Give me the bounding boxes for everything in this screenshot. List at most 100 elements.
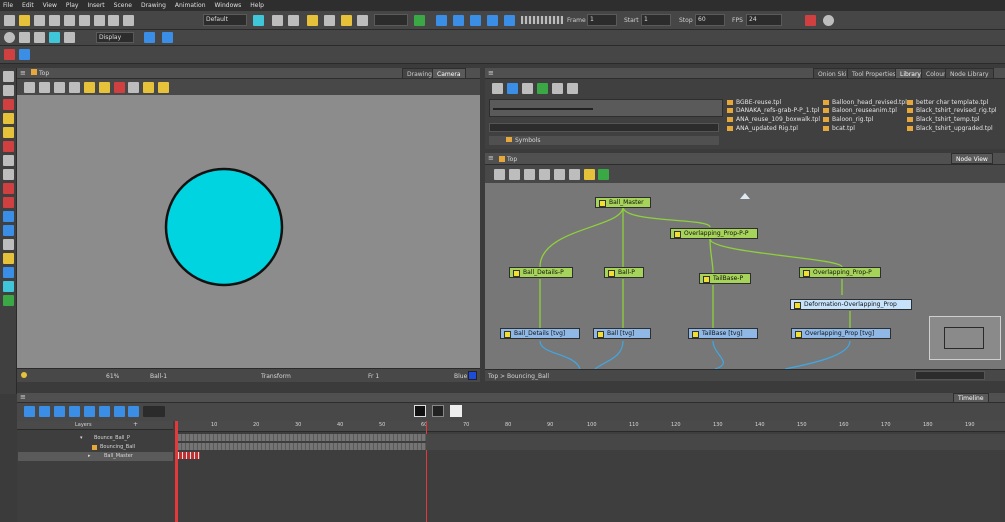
- expand-icon[interactable]: ▾: [80, 434, 83, 443]
- exposure-cells[interactable]: [178, 443, 426, 450]
- node-overlapping-prop-p[interactable]: Overlapping_Prop-P: [799, 267, 881, 278]
- frame-ruler[interactable]: 10 20 30 40 50 60 70 80 90 100 110 120 1…: [175, 421, 1005, 432]
- import-icon[interactable]: [63, 15, 75, 26]
- timeline-menu-icon[interactable]: ≡: [20, 393, 26, 401]
- library-item[interactable]: ANA_updated Rig.tpl: [727, 125, 798, 132]
- morph-icon[interactable]: [3, 281, 14, 292]
- node-deformation-overlapping-prop[interactable]: Deformation-Overlapping_Prop: [790, 299, 912, 310]
- pivot-icon[interactable]: [3, 211, 14, 222]
- egg-icon[interactable]: [158, 82, 170, 93]
- node-overlapping-prop-p-p[interactable]: Overlapping_Prop-P-P: [670, 228, 758, 239]
- menu-windows[interactable]: Windows: [215, 2, 242, 9]
- pointer-tool-icon[interactable]: [805, 15, 816, 26]
- lock-all-icon[interactable]: [98, 82, 110, 93]
- tab-node-view[interactable]: Node View: [951, 153, 993, 164]
- timeline-tool-icon[interactable]: [38, 406, 50, 417]
- timeline-tool-icon[interactable]: [53, 406, 65, 417]
- add-layer-icon[interactable]: +: [133, 421, 138, 428]
- hold-button[interactable]: [432, 405, 444, 417]
- library-item[interactable]: Black_tshirt_upgraded.tpl: [907, 125, 993, 132]
- keyframe-button[interactable]: [414, 405, 426, 417]
- fps-field[interactable]: 24: [746, 14, 782, 26]
- node-tool-icon[interactable]: [508, 169, 520, 180]
- skew-icon[interactable]: [357, 15, 368, 26]
- library-item[interactable]: DANAKA_refs-grab-P-P_1.tpl: [727, 107, 819, 114]
- library-crosshair-icon[interactable]: [551, 83, 563, 94]
- frame-slider[interactable]: [521, 16, 563, 24]
- deformer-icon[interactable]: [414, 15, 425, 26]
- timeline-tool-icon[interactable]: [113, 406, 125, 417]
- node-ball-details-tvg[interactable]: Ball_Details [tvg]: [500, 328, 580, 339]
- timeline-tool-icon[interactable]: [24, 406, 35, 417]
- gear-icon[interactable]: [823, 15, 834, 26]
- node-overlapping-prop-tvg[interactable]: Overlapping_Prop [tvg]: [791, 328, 891, 339]
- camera-viewport[interactable]: [17, 95, 480, 368]
- menu-drawing[interactable]: Drawing: [141, 2, 166, 9]
- tab-camera[interactable]: Camera: [432, 68, 466, 79]
- library-item[interactable]: Baloon_reuseanim.tpl: [823, 107, 897, 114]
- contour-arrow-icon[interactable]: [3, 85, 14, 96]
- grid-tool-icon[interactable]: [3, 267, 14, 278]
- clipboard-icon[interactable]: [123, 15, 135, 26]
- library-new-icon[interactable]: [492, 83, 503, 94]
- paint-bucket-icon[interactable]: [3, 183, 14, 194]
- play-icon[interactable]: [436, 15, 447, 26]
- lock-icon[interactable]: [83, 82, 95, 93]
- node-tool-icon[interactable]: [494, 169, 505, 180]
- ghost-icon[interactable]: [63, 32, 75, 43]
- display-select[interactable]: Display: [96, 32, 134, 43]
- scale-icon[interactable]: [324, 15, 335, 26]
- paste-icon[interactable]: [108, 15, 120, 26]
- rotate-icon[interactable]: [341, 15, 352, 26]
- breadcrumb-top[interactable]: Top: [488, 373, 498, 380]
- node-tool-icon[interactable]: [553, 169, 565, 180]
- node-ball-tvg[interactable]: Ball [tvg]: [593, 328, 651, 339]
- save-as-icon[interactable]: [48, 15, 60, 26]
- library-export-icon[interactable]: [506, 83, 518, 94]
- node-tool-icon[interactable]: [538, 169, 550, 180]
- menu-play[interactable]: Play: [66, 2, 79, 9]
- select-tool-icon[interactable]: [288, 15, 299, 26]
- render-view-icon[interactable]: [48, 32, 60, 43]
- transform-tool-icon[interactable]: [272, 15, 283, 26]
- save-icon[interactable]: [33, 15, 45, 26]
- library-item[interactable]: Black_tshirt_revised_rig.tpl: [907, 107, 997, 114]
- cutter-icon[interactable]: [3, 169, 14, 180]
- library-list-icon[interactable]: [566, 83, 578, 94]
- node-ball-master[interactable]: Ball_Master: [595, 197, 651, 208]
- node-tailbase-tvg[interactable]: TailBase [tvg]: [688, 328, 758, 339]
- start-field[interactable]: 1: [641, 14, 671, 26]
- node-ball-p[interactable]: Ball-P: [604, 267, 644, 278]
- empty-cells[interactable]: [426, 434, 1005, 450]
- node-tailbase-p[interactable]: TailBase-P: [699, 273, 751, 284]
- tab-node-library[interactable]: Node Library: [945, 68, 994, 79]
- select-arrow-icon[interactable]: [3, 71, 14, 82]
- pen-icon[interactable]: [113, 82, 125, 93]
- tab-tool-properties[interactable]: Tool Properties: [847, 68, 901, 79]
- previous-frame-icon[interactable]: [144, 32, 155, 43]
- stamp-icon[interactable]: [3, 127, 14, 138]
- timeline-tool-icon[interactable]: [128, 406, 140, 417]
- diamond-icon[interactable]: [3, 225, 14, 236]
- workspace-icon[interactable]: [253, 15, 264, 26]
- light-table-icon[interactable]: [33, 32, 45, 43]
- bulb-icon[interactable]: [143, 82, 155, 93]
- node-search-input[interactable]: [915, 371, 985, 380]
- tab-timeline[interactable]: Timeline: [953, 393, 989, 403]
- new-scene-icon[interactable]: [4, 15, 15, 26]
- blank-cell-button[interactable]: [450, 405, 462, 417]
- eraser-icon[interactable]: [3, 141, 14, 152]
- library-file-icon[interactable]: [521, 83, 533, 94]
- breadcrumb-bouncing-ball[interactable]: Bouncing_Ball: [507, 373, 549, 380]
- node-view-canvas[interactable]: Ball_Master Overlapping_Prop-P-P Ball_De…: [485, 183, 1005, 369]
- timeline-tool-icon[interactable]: [98, 406, 110, 417]
- keyframe-cells[interactable]: [178, 452, 200, 459]
- node-navigator[interactable]: [929, 316, 1001, 360]
- symbols-row[interactable]: Symbols: [489, 136, 719, 145]
- dropper-icon[interactable]: [3, 197, 14, 208]
- sound-icon[interactable]: [504, 15, 515, 26]
- menu-insert[interactable]: Insert: [87, 2, 104, 9]
- redo-icon[interactable]: [93, 15, 105, 26]
- hand-icon[interactable]: [3, 239, 14, 250]
- deform-select[interactable]: [374, 14, 408, 26]
